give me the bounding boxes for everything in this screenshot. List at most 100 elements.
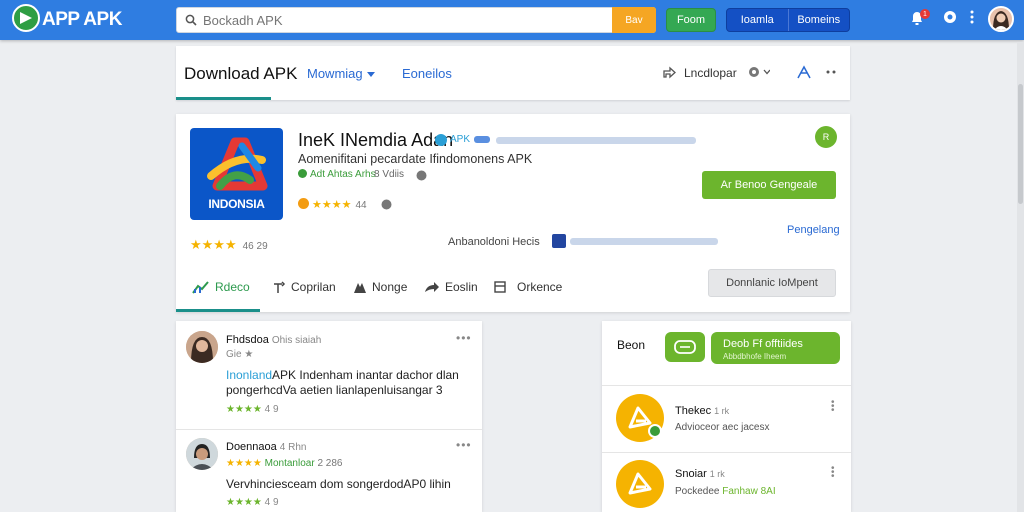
home-icon bbox=[354, 283, 366, 293]
commenter-name[interactable]: Doennaoa 4 Rhn bbox=[226, 441, 306, 453]
page-header: Download APK Mowmiag Eoneilos Lncdlopar bbox=[176, 46, 850, 100]
more-horizontal-icon[interactable]: ••• bbox=[456, 438, 472, 452]
more-vertical-icon[interactable]: • • • bbox=[831, 398, 835, 416]
advert-label: Anbanoldoni Hecis bbox=[448, 236, 540, 248]
green-status-badge[interactable]: R bbox=[815, 126, 837, 148]
tab-eoslin[interactable]: Eoslin bbox=[424, 280, 478, 294]
user-share-icon[interactable] bbox=[796, 65, 812, 79]
commenter-name-text: Doennaoa bbox=[226, 441, 277, 453]
search-bar: Bav bbox=[176, 7, 656, 33]
advert-icon bbox=[552, 234, 566, 248]
comment-sub-stars: ★★★★ bbox=[226, 458, 262, 469]
page-title: Download APK bbox=[184, 64, 298, 83]
tag-badge-icon bbox=[474, 136, 490, 143]
tab-orkence-label: Orkence bbox=[517, 280, 563, 294]
tab-orkence[interactable]: Orkence bbox=[494, 280, 562, 294]
chevron-down-icon bbox=[366, 72, 375, 78]
comment-sub: Gie ★ bbox=[226, 349, 254, 360]
tab-rdeco[interactable]: Rdeco bbox=[192, 280, 250, 294]
commenter-name[interactable]: Fhdsdoa Ohis siaiah bbox=[226, 334, 321, 346]
commenter-meta: 4 Rhn bbox=[279, 442, 307, 453]
gamepad-button[interactable] bbox=[665, 332, 705, 362]
related-app-desc-text: Pockedee bbox=[675, 486, 720, 497]
info-icon bbox=[381, 199, 392, 210]
header-action-label[interactable]: Lncdlopar bbox=[684, 66, 737, 80]
comment-sub-count: 2 286 bbox=[317, 458, 343, 469]
segment-right-button[interactable]: Bomeins bbox=[787, 9, 850, 31]
tab-nonge-label: Nonge bbox=[372, 280, 408, 294]
comment-sub: ★★★★ Montanloar 2 286 bbox=[226, 458, 342, 469]
app-icon-label: INDONSIA bbox=[208, 197, 265, 211]
featured-button-label: Deob Ff offtiides bbox=[723, 338, 803, 350]
divider bbox=[602, 452, 851, 453]
logo-text[interactable]: APP APK bbox=[42, 9, 122, 31]
help-icon[interactable] bbox=[943, 10, 957, 24]
app-detail-card: INDONSIA IneK INemdia Adan APK Aomenifit… bbox=[176, 114, 850, 312]
overall-count: 46 29 bbox=[242, 241, 268, 252]
segment-left-button[interactable]: Ioamla bbox=[727, 9, 788, 31]
blurred-text-placeholder bbox=[496, 137, 696, 144]
related-app-meta: 1 rk bbox=[714, 406, 730, 416]
green-action-button[interactable]: Foom bbox=[666, 8, 716, 32]
comment-highlight[interactable]: Inonland bbox=[226, 368, 272, 382]
more-vertical-icon[interactable] bbox=[970, 10, 974, 24]
blurred-text-placeholder bbox=[570, 238, 718, 245]
related-app-name[interactable]: Snoiar 1 rk bbox=[675, 468, 725, 480]
related-app-name-text: Thekec bbox=[675, 405, 712, 417]
comment-text: InonlandAPK Indenham inantar dachor dlan… bbox=[226, 368, 476, 398]
more-horizontal-icon[interactable]: ••• bbox=[456, 331, 472, 345]
overall-rating: ★★★★ 46 29 bbox=[190, 237, 268, 253]
scrollbar-thumb[interactable] bbox=[1018, 84, 1023, 204]
tab-rdeco-label: Rdeco bbox=[215, 280, 250, 294]
related-app-icon[interactable] bbox=[616, 460, 664, 508]
app-logo-icon[interactable] bbox=[12, 4, 40, 32]
active-tab-underline bbox=[176, 97, 271, 100]
download-button[interactable]: Donnlanic IoMpent bbox=[708, 269, 836, 297]
search-button[interactable]: Bav bbox=[612, 7, 656, 33]
app-logo-graphic-icon bbox=[207, 137, 268, 191]
comment-rating: ★★★★ 4 9 bbox=[226, 404, 279, 415]
commenter-avatar[interactable] bbox=[186, 438, 218, 470]
rating-badge-icon bbox=[298, 198, 309, 209]
rating-row: ★★★★ 44 bbox=[298, 198, 367, 211]
settings-icon[interactable] bbox=[748, 65, 770, 79]
verified-icon bbox=[435, 134, 447, 146]
comment-count: 4 9 bbox=[264, 497, 279, 508]
more-vertical-icon[interactable]: • • • bbox=[831, 464, 835, 482]
related-app-desc: Advioceor aec jacesx bbox=[675, 422, 770, 433]
related-app-name[interactable]: Thekec 1 rk bbox=[675, 405, 729, 417]
tab-mowmiag-label: Mowmiag bbox=[307, 66, 363, 81]
developer-link[interactable]: Adt Ahtas Arhs bbox=[298, 169, 376, 180]
related-app-desc: Pockedee Fanhaw 8AI bbox=[675, 486, 776, 497]
tab-eoneilos[interactable]: Eoneilos bbox=[402, 66, 452, 81]
comment-stars: ★★★★ bbox=[226, 404, 262, 415]
tab-mowmiag[interactable]: Mowmiag bbox=[307, 66, 375, 81]
user-avatar[interactable] bbox=[988, 6, 1014, 32]
app-subtitle: Aomenifitani pecardate Ifindomonens APK bbox=[298, 152, 533, 166]
install-button[interactable]: Ar Benoo Gengeale bbox=[702, 171, 836, 199]
tab-nonge[interactable]: Nonge bbox=[353, 280, 407, 294]
pengelang-link[interactable]: Pengelang bbox=[787, 224, 840, 236]
archive-icon bbox=[494, 281, 506, 293]
share-icon[interactable] bbox=[662, 65, 677, 79]
rating-count: 44 bbox=[355, 200, 367, 211]
segmented-control: Ioamla Bomeins bbox=[726, 8, 850, 32]
commenter-meta: Ohis siaiah bbox=[271, 335, 322, 346]
search-icon bbox=[185, 14, 197, 26]
app-title-tag: APK bbox=[450, 134, 471, 145]
chart-icon bbox=[192, 281, 209, 294]
more-horizontal-icon[interactable] bbox=[826, 70, 838, 74]
app-icon[interactable]: INDONSIA bbox=[190, 128, 283, 220]
comment-stars: ★★★★ bbox=[226, 497, 262, 508]
commenter-avatar[interactable] bbox=[186, 331, 218, 363]
search-input[interactable] bbox=[203, 8, 613, 32]
tab-coprilan[interactable]: Coprilan bbox=[272, 280, 336, 294]
comments-card: Fhdsdoa Ohis siaiah ••• Gie ★ InonlandAPK… bbox=[176, 321, 482, 512]
comment-body: Vervhinciesceam dom songerdodAP0 lihin bbox=[226, 477, 451, 491]
notification-badge: 1 bbox=[920, 9, 930, 19]
check-icon bbox=[298, 169, 307, 178]
share-icon bbox=[274, 281, 286, 293]
featured-button[interactable]: Deob Ff offtiides Abbdbhofe Iheem bbox=[711, 332, 840, 364]
active-tab-underline bbox=[176, 309, 260, 312]
tab-eoslin-label: Eoslin bbox=[445, 280, 478, 294]
